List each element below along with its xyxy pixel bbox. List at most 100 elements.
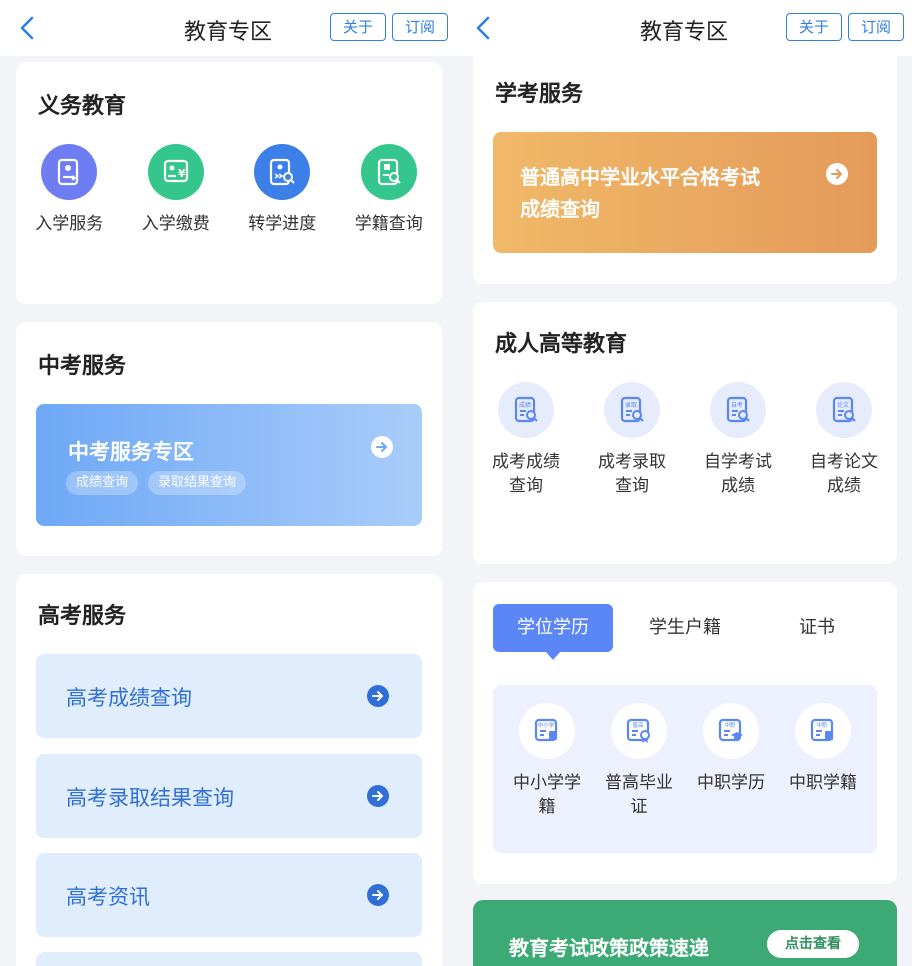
k12-record-label: 中小学学籍 — [513, 771, 581, 819]
subscribe-button[interactable]: 订阅 — [848, 13, 904, 41]
k12-record-line1: 中小学学 — [513, 773, 581, 793]
arrow-right-icon — [826, 163, 848, 185]
gaokao-service-title: 高考服务 — [38, 604, 127, 629]
right-screen: 学考服务 普通高中学业水平合格考试 成绩查询 成人高等教育 成绩 成考成绩 查询 … — [456, 0, 912, 966]
active-tab-pointer-icon — [545, 651, 561, 660]
compulsory-education-grid: 入学服务 ¥ 入学缴费 转学进度 学籍查询 — [16, 144, 442, 236]
view-now-button[interactable]: 点击查看 — [767, 930, 859, 958]
adult-admission-query-label: 成考录取 查询 — [598, 450, 666, 498]
graduation-cap-certificate-icon: 中职 — [703, 703, 759, 759]
k12-badge-text: 中小学 — [538, 721, 555, 729]
vocational-badge-text: 中职 — [724, 721, 736, 729]
thesis-score-item[interactable]: 论文 自考论文 成绩 — [791, 382, 897, 498]
admission-badge-text: 录取 — [625, 401, 637, 409]
high-school-diploma-line1: 普高毕业 — [605, 773, 673, 793]
gaokao-more-row[interactable] — [36, 952, 422, 966]
self-study-score-line1: 自学考试 — [704, 452, 772, 472]
gaokao-score-query-label: 高考成绩查询 — [66, 686, 192, 710]
tab-student-household[interactable]: 学生户籍 — [625, 604, 745, 652]
policy-express-title: 教育考试政策政策速递 — [509, 936, 709, 960]
vocational-education-label: 中职学历 — [697, 771, 765, 795]
adult-education-title: 成人高等教育 — [495, 332, 628, 357]
xuekao-score-banner[interactable]: 普通高中学业水平合格考试 成绩查询 — [493, 132, 877, 253]
adult-education-card: 成人高等教育 成绩 成考成绩查询 录取 成考录取查询 自考 自学考试成绩 — [473, 302, 897, 564]
vocational-education-item[interactable]: 中职 中职学历 — [685, 703, 777, 819]
left-screen: 教育专区 关于 订阅 义务教育 入学服务 ¥ 入学缴费 转学进度 学籍查询 中考… — [0, 0, 456, 966]
tab-degree-education[interactable]: 学位学历 — [493, 604, 613, 652]
arrow-right-icon — [367, 884, 389, 906]
gaokao-admission-query-label: 高考录取结果查询 — [66, 786, 234, 810]
adult-admission-query-line2: 查询 — [615, 476, 649, 496]
records-tabs-card: 学位学历 学生户籍 证书 中小学 中小学学籍 普高 普高毕业证 中职 中职学历 … — [473, 582, 897, 884]
zhongkao-zone-title: 中考服务专区 — [68, 440, 194, 464]
svg-text:¥: ¥ — [178, 167, 186, 180]
about-button[interactable]: 关于 — [786, 13, 842, 41]
record-search-icon — [360, 144, 417, 200]
xuekao-service-card: 学考服务 普通高中学业水平合格考试 成绩查询 — [473, 40, 897, 284]
diploma-certificate-icon: 普高 — [611, 703, 667, 759]
gaokao-news-row[interactable]: 高考资讯 — [36, 853, 422, 937]
thesis-badge-text: 论文 — [837, 401, 849, 409]
self-study-score-item[interactable]: 自考 自学考试 成绩 — [685, 382, 791, 498]
vocational-record-icon: 中职 — [795, 703, 851, 759]
adult-score-query-item[interactable]: 成绩 成考成绩 查询 — [473, 382, 579, 498]
xuekao-banner-line2: 成绩查询 — [520, 197, 600, 221]
admission-result-tag[interactable]: 录取结果查询 — [148, 471, 247, 495]
degree-records-grid: 中小学 中小学学籍 普高 普高毕业证 中职 中职学历 中职 中职学籍 — [501, 703, 869, 819]
vocational-record-label: 中职学籍 — [789, 771, 857, 795]
thesis-document-icon: 论文 — [816, 382, 872, 438]
score-document-icon: 成绩 — [498, 382, 554, 438]
vocational-record-badge-text: 中职 — [816, 721, 828, 729]
high-school-diploma-item[interactable]: 普高 普高毕业证 — [593, 703, 685, 819]
xuekao-banner-text: 普通高中学业水平合格考试 成绩查询 — [520, 161, 760, 225]
compulsory-education-card: 义务教育 入学服务 ¥ 入学缴费 转学进度 学籍查询 — [16, 62, 442, 304]
adult-score-query-line2: 查询 — [509, 476, 543, 496]
transfer-progress-icon — [254, 144, 311, 200]
self-study-document-icon: 自考 — [710, 382, 766, 438]
page-title: 教育专区 — [639, 20, 728, 45]
thesis-score-line2: 成绩 — [827, 476, 861, 496]
compulsory-education-title: 义务教育 — [38, 94, 127, 119]
enrollment-payment-label: 入学缴费 — [141, 214, 210, 234]
page-title: 教育专区 — [183, 20, 272, 45]
adult-admission-query-line1: 成考录取 — [598, 452, 666, 472]
vocational-record-item[interactable]: 中职 中职学籍 — [777, 703, 869, 819]
self-study-score-label: 自学考试 成绩 — [704, 450, 772, 498]
k12-record-line2: 籍 — [538, 797, 556, 817]
policy-express-banner[interactable]: 教育考试政策政策速递 点击查看 — [473, 900, 897, 966]
gaokao-news-label: 高考资讯 — [66, 885, 150, 909]
enrollment-service-label: 入学服务 — [35, 214, 104, 234]
xuekao-service-title: 学考服务 — [495, 82, 584, 107]
self-study-score-line2: 成绩 — [721, 476, 755, 496]
thesis-score-line1: 自考论文 — [810, 452, 878, 472]
subscribe-button[interactable]: 订阅 — [392, 13, 448, 41]
about-button[interactable]: 关于 — [330, 13, 386, 41]
gaokao-admission-query-row[interactable]: 高考录取结果查询 — [36, 754, 422, 838]
zhongkao-service-title: 中考服务 — [38, 354, 127, 379]
top-nav-bar: 教育专区 关于 订阅 — [0, 0, 456, 56]
enrollment-payment-item[interactable]: ¥ 入学缴费 — [123, 144, 230, 236]
enrollment-service-item[interactable]: 入学服务 — [16, 144, 123, 236]
thesis-score-label: 自考论文 成绩 — [810, 450, 878, 498]
adult-education-grid: 成绩 成考成绩 查询 录取 成考录取 查询 自考 自学考试 成绩 论文 自考论文… — [473, 382, 897, 498]
adult-admission-query-item[interactable]: 录取 成考录取 查询 — [579, 382, 685, 498]
k12-record-item[interactable]: 中小学 中小学学籍 — [501, 703, 593, 819]
vocational-education-line1: 中职学历 — [697, 773, 765, 793]
arrow-right-icon — [367, 785, 389, 807]
gaokao-service-card: 高考服务 高考成绩查询 高考录取结果查询 高考资讯 — [16, 574, 442, 966]
transfer-progress-item[interactable]: 转学进度 — [229, 144, 336, 236]
arrow-right-icon — [367, 685, 389, 707]
self-study-badge-text: 自考 — [731, 401, 743, 409]
gaokao-score-query-row[interactable]: 高考成绩查询 — [36, 654, 422, 738]
record-search-item[interactable]: 学籍查询 — [336, 144, 443, 236]
adult-score-query-line1: 成考成绩 — [492, 452, 560, 472]
top-nav-bar: 教育专区 关于 订阅 — [456, 0, 912, 56]
payment-icon: ¥ — [147, 144, 204, 200]
transfer-progress-label: 转学进度 — [248, 214, 317, 234]
tab-certificate[interactable]: 证书 — [757, 604, 877, 652]
tab-content-panel: 中小学 中小学学籍 普高 普高毕业证 中职 中职学历 中职 中职学籍 — [493, 685, 877, 853]
admission-document-icon: 录取 — [604, 382, 660, 438]
diploma-badge-text: 普高 — [632, 721, 644, 729]
zhongkao-zone-banner[interactable]: 中考服务专区 成绩查询 录取结果查询 — [36, 404, 422, 526]
score-query-tag[interactable]: 成绩查询 — [66, 471, 139, 495]
